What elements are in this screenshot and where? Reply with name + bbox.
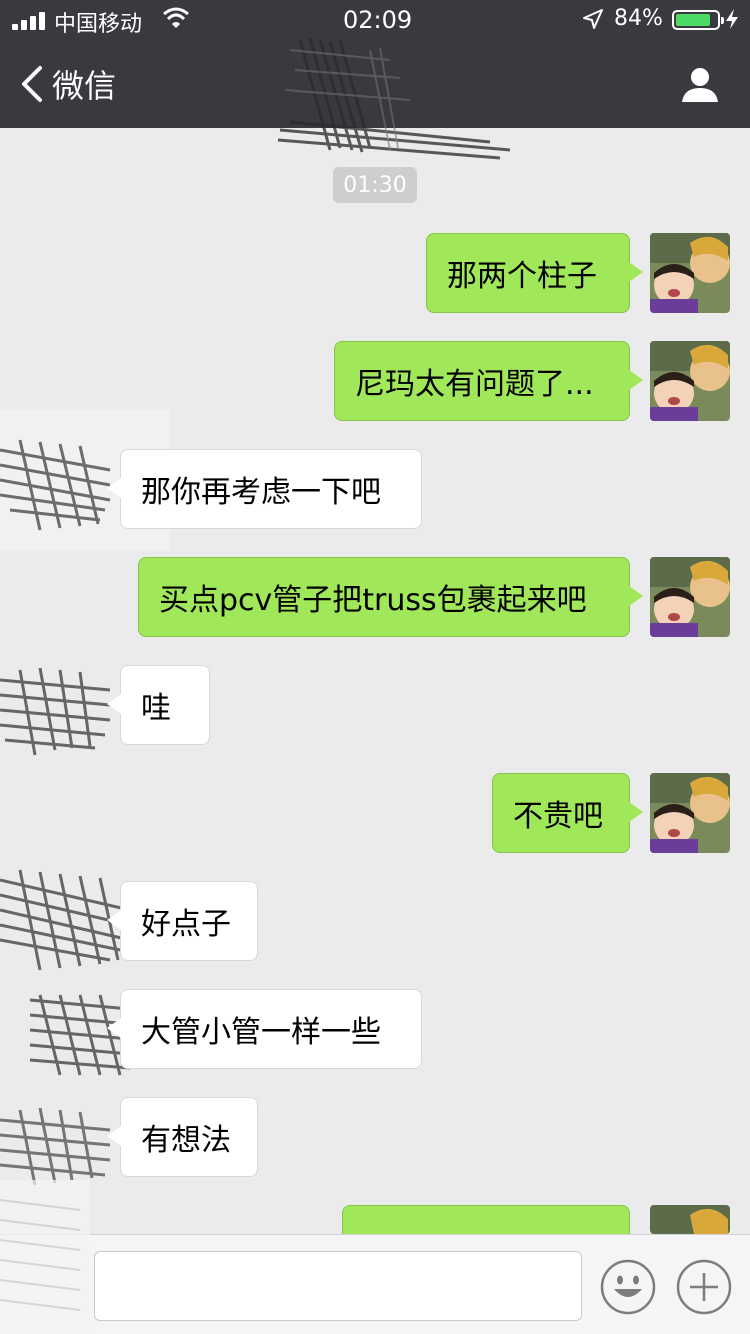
back-label: 微信 [52,67,117,105]
message-text: 买点pcv管子把truss包裹起来吧 [159,583,587,618]
my-avatar[interactable] [650,341,730,421]
message-bubble-outgoing[interactable]: 尼玛太有问题了... [334,341,643,421]
message-bubble-outgoing[interactable]: 买点pcv管子把truss包裹起来吧 [138,557,643,637]
message-bubble-outgoing[interactable]: 不贵吧 [492,773,643,853]
chevron-left-icon [22,66,42,102]
message-text: 有想法 [141,1123,231,1158]
input-bar [0,1234,750,1334]
message-text: 好点子 [141,907,231,942]
my-avatar[interactable] [650,1205,730,1234]
back-button[interactable]: 微信 [18,62,116,106]
user-icon[interactable] [680,64,720,104]
charging-bolt-icon [726,9,738,29]
message-bubble-incoming[interactable]: 大管小管一样一些 [107,989,422,1069]
message-bubble-incoming[interactable]: 好点子 [107,881,258,961]
smiley-icon[interactable] [600,1259,656,1315]
message-text: 大管小管一样一些 [141,1015,381,1050]
message-bubble-outgoing[interactable]: 那两个柱子 [426,233,643,313]
message-text: 不贵吧 [513,799,603,834]
message-bubble-incoming[interactable]: 那你再考虑一下吧 [107,449,422,529]
redaction-scribble [277,37,511,160]
message-text: 哇 [141,691,171,726]
my-avatar[interactable] [650,773,730,853]
location-arrow-icon [583,9,603,29]
battery-percent: 84% [614,6,663,31]
message-text: 尼玛太有问题了... [355,367,594,402]
message-bubble-outgoing[interactable] [342,1205,643,1254]
message-text: 那你再考虑一下吧 [141,475,381,510]
plus-icon[interactable] [676,1259,732,1315]
my-avatar[interactable] [650,557,730,637]
redaction-scribble [0,1180,90,1334]
wifi-icon [163,7,189,28]
message-bubble-incoming[interactable]: 哇 [107,665,210,745]
message-text: 那两个柱子 [447,259,597,294]
battery-icon [672,10,724,30]
carrier-name: 中国移动 [54,12,143,37]
signal-strength-icon [12,12,48,30]
message-bubble-incoming[interactable]: 有想法 [107,1097,258,1177]
message-input[interactable] [94,1251,582,1321]
chat-timestamp: 01:30 [333,167,417,203]
my-avatar[interactable] [650,233,730,313]
